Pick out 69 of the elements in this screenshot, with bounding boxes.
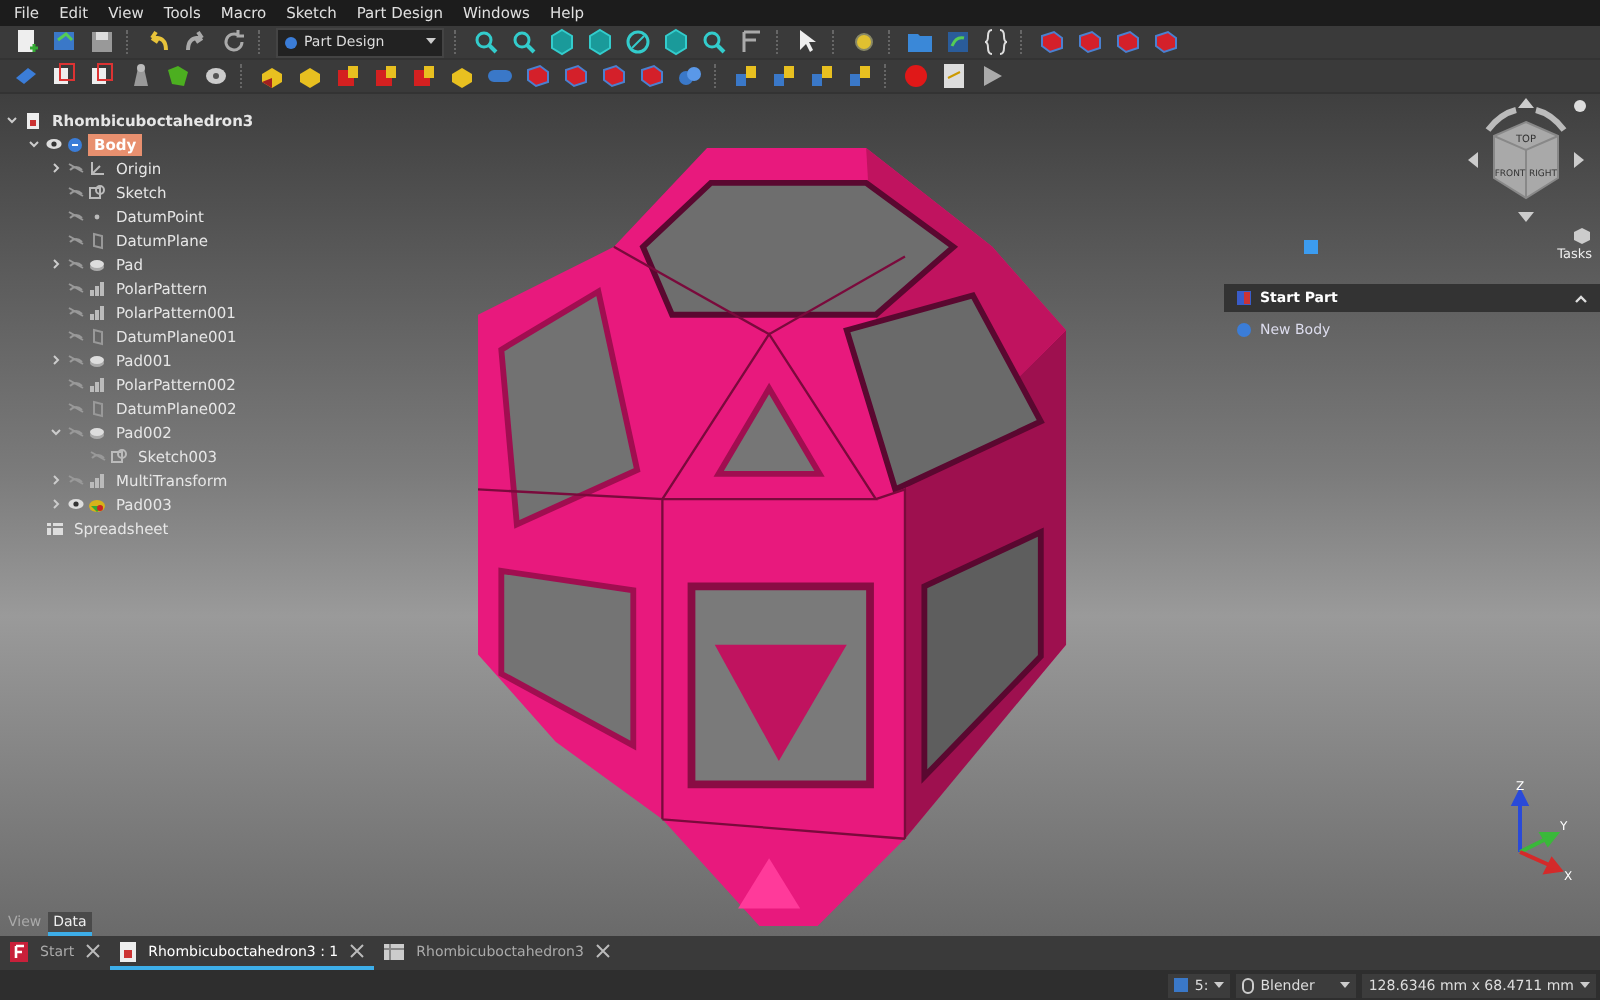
model-drawing[interactable] (475, 147, 1066, 927)
hidden-eye-icon[interactable] (68, 210, 84, 222)
eye-icon[interactable] (46, 138, 62, 150)
sketch-icon (88, 183, 106, 201)
stacked-blocks-icon[interactable] (334, 62, 362, 90)
pad-icon (88, 351, 106, 369)
body-icon (1236, 322, 1252, 338)
mouse-icon (1242, 977, 1255, 993)
pad-icon (88, 255, 106, 273)
magnifier-icon[interactable] (700, 28, 728, 56)
gear-icon[interactable] (850, 28, 878, 56)
macro-icon[interactable] (940, 62, 968, 90)
chevron-icon[interactable] (50, 426, 62, 438)
pattern-icon[interactable] (770, 62, 798, 90)
stacked-blocks-icon[interactable] (372, 62, 400, 90)
plane-icon (88, 399, 106, 417)
body-icon (284, 35, 298, 49)
chevron-icon[interactable] (50, 258, 62, 270)
pattern-icon[interactable] (846, 62, 874, 90)
sketch-icon[interactable] (50, 62, 78, 90)
pattern-icon (88, 375, 106, 393)
spreadsheet-icon (46, 519, 64, 537)
document-icon (24, 111, 42, 129)
pattern-icon[interactable] (808, 62, 836, 90)
pattern-icon (88, 471, 106, 489)
pattern-icon (88, 279, 106, 297)
pattern-icon (88, 303, 106, 321)
refresh-icon[interactable] (220, 28, 248, 56)
pad-icon (88, 495, 106, 513)
eye-icon[interactable] (68, 498, 84, 510)
plane-icon (88, 327, 106, 345)
hidden-eye-icon[interactable] (68, 234, 84, 246)
sketch-icon[interactable] (88, 62, 116, 90)
axes-icon (88, 159, 106, 177)
rotate-icon[interactable] (624, 28, 652, 56)
stacked-blocks-icon[interactable] (410, 62, 438, 90)
pad-block-icon[interactable] (258, 62, 286, 90)
open-document-icon[interactable] (50, 28, 78, 56)
app-logo-icon (10, 941, 28, 961)
square-marker (1304, 240, 1318, 254)
close-icon[interactable] (350, 944, 365, 958)
pattern-icon[interactable] (732, 62, 760, 90)
collapse-icon[interactable] (1574, 293, 1588, 303)
pad-icon (88, 423, 106, 441)
body-icon (66, 135, 84, 153)
spreadsheet-icon (384, 943, 405, 959)
caliper-icon[interactable] (738, 28, 766, 56)
square-icon (1174, 978, 1189, 992)
chevron-icon[interactable] (50, 354, 62, 366)
caret-icon (1214, 981, 1225, 989)
braces-icon[interactable] (982, 28, 1010, 56)
magnifier-icon[interactable] (510, 28, 538, 56)
caret-icon (426, 38, 436, 46)
hidden-eye-icon[interactable] (68, 258, 84, 270)
hidden-eye-icon[interactable] (68, 162, 84, 174)
spheres-icon[interactable] (676, 62, 704, 90)
close-icon[interactable] (595, 944, 610, 958)
caret-icon (1580, 981, 1590, 989)
part-icon (1236, 290, 1252, 306)
cube-icon[interactable] (1572, 226, 1592, 246)
close-icon[interactable] (86, 944, 101, 958)
caret-icon (1340, 981, 1351, 989)
plane-icon (88, 231, 106, 249)
link-icon[interactable] (944, 28, 972, 56)
hidden-eye-icon[interactable] (68, 186, 84, 198)
document-icon (120, 941, 137, 961)
new-document-icon[interactable] (12, 28, 40, 56)
sketch-icon (110, 447, 128, 465)
magnifier-icon[interactable] (472, 28, 500, 56)
